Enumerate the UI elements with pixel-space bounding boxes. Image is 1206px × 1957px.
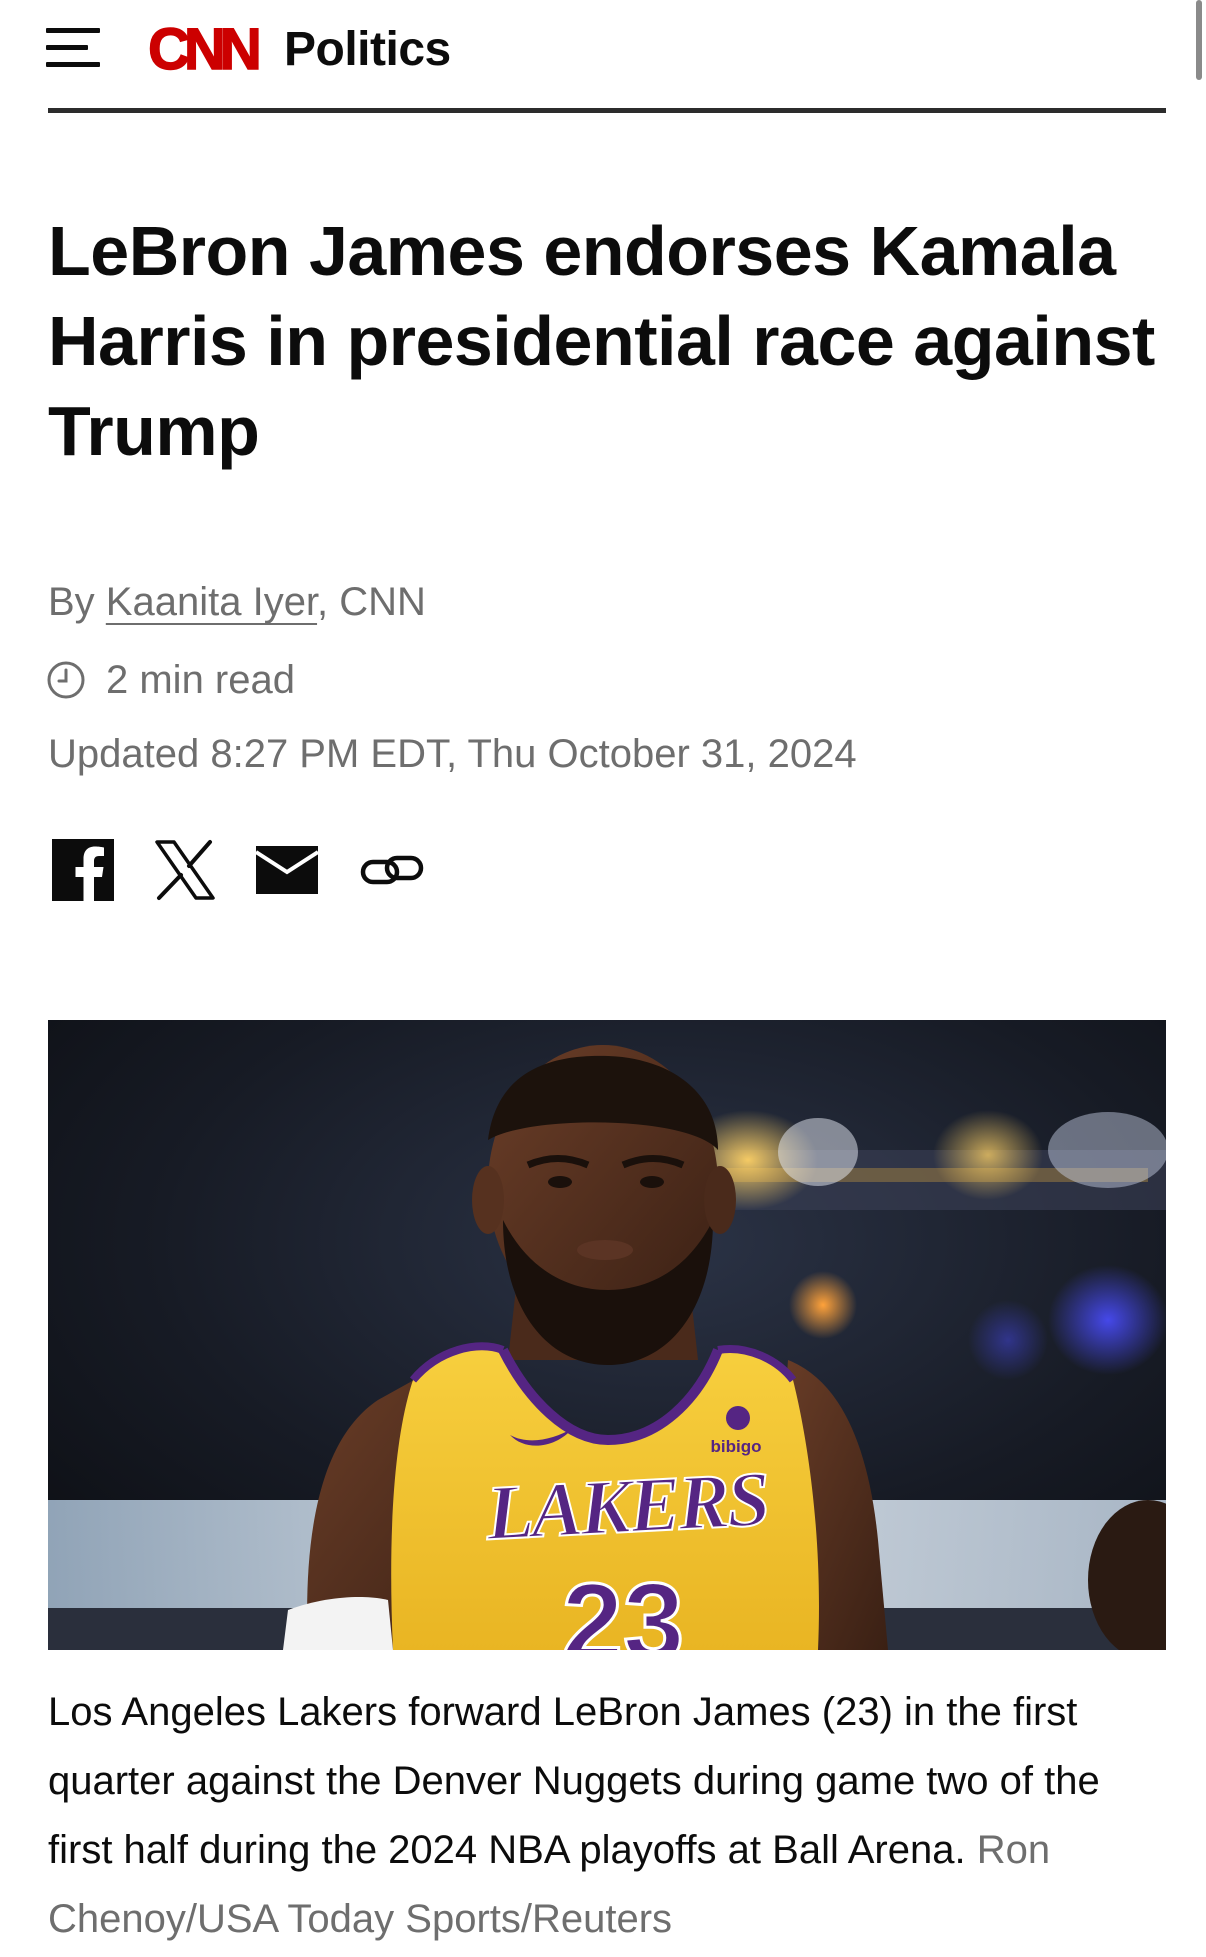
- x-icon[interactable]: [154, 839, 216, 901]
- updated-timestamp: Updated 8:27 PM EDT, Thu October 31, 202…: [48, 732, 857, 776]
- svg-text:LAKERS: LAKERS: [483, 1455, 770, 1557]
- cnn-logo[interactable]: CNN: [132, 16, 272, 82]
- share-bar: [52, 838, 424, 902]
- author-link[interactable]: Kaanita Iyer: [106, 580, 317, 624]
- article-page: CNN Politics LeBron James endorses Kamal…: [0, 0, 1206, 1957]
- byline-prefix: By: [48, 580, 106, 624]
- read-time-text: 2 min read: [106, 658, 295, 702]
- byline-source: , CNN: [317, 580, 426, 624]
- read-time: 2 min read: [46, 652, 295, 708]
- caption-text: Los Angeles Lakers forward LeBron James …: [48, 1690, 1100, 1872]
- header-divider: [48, 108, 1166, 113]
- article-photo[interactable]: bibigo LAKERS 23: [48, 1020, 1166, 1650]
- menu-icon[interactable]: [46, 28, 100, 68]
- section-title[interactable]: Politics: [284, 20, 451, 80]
- email-icon[interactable]: [256, 846, 318, 894]
- svg-text:bibigo: bibigo: [711, 1437, 762, 1456]
- clock-icon: [47, 661, 85, 699]
- facebook-icon[interactable]: [52, 839, 114, 901]
- svg-text:CNN: CNN: [148, 17, 258, 82]
- link-icon[interactable]: [360, 850, 424, 890]
- site-header: CNN Politics: [0, 0, 1206, 113]
- byline: By Kaanita Iyer, CNN: [48, 574, 426, 630]
- scrollbar[interactable]: [1196, 0, 1202, 80]
- article-headline: LeBron James endorses Kamala Harris in p…: [48, 212, 1155, 470]
- svg-text:23: 23: [562, 1561, 684, 1650]
- photo-caption: Los Angeles Lakers forward LeBron James …: [48, 1678, 1158, 1954]
